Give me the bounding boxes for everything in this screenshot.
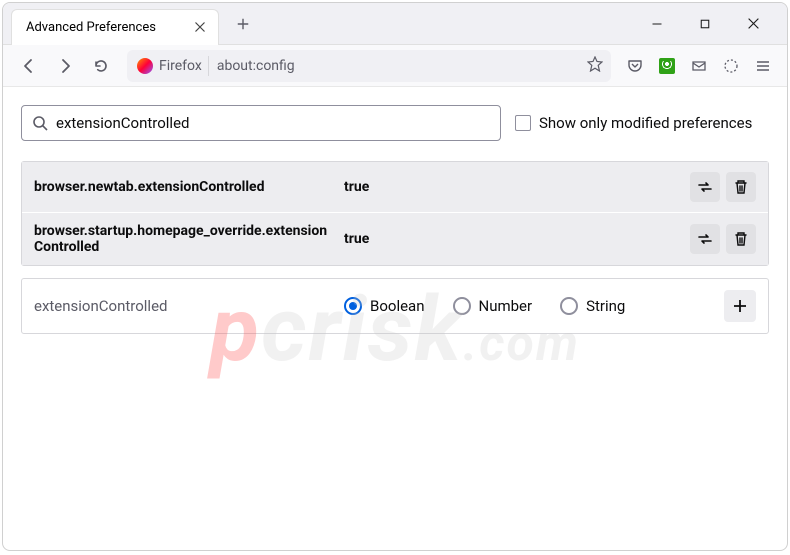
preference-name: browser.newtab.extensionControlled	[34, 179, 334, 195]
radio-label: Boolean	[370, 297, 425, 315]
only-modified-checkbox[interactable]: Show only modified preferences	[515, 114, 752, 132]
browser-tab[interactable]: Advanced Preferences	[11, 9, 219, 45]
new-tab-button[interactable]	[229, 10, 257, 38]
minimize-button[interactable]	[643, 10, 671, 38]
delete-button[interactable]	[726, 224, 756, 254]
browser-toolbar: Firefox about:config	[3, 45, 787, 87]
add-preference-section: extensionControlled Boolean Number Strin…	[21, 278, 769, 334]
type-radio-number[interactable]: Number	[453, 297, 533, 315]
url-bar[interactable]: Firefox about:config	[127, 50, 611, 82]
title-bar: Advanced Preferences	[3, 3, 787, 45]
new-preference-name: extensionControlled	[34, 297, 334, 315]
plus-icon	[732, 298, 748, 314]
search-value: extensionControlled	[56, 114, 189, 132]
checkbox-icon	[515, 115, 531, 131]
extension-icon[interactable]	[653, 52, 681, 80]
forward-button[interactable]	[49, 50, 81, 82]
toggle-icon	[697, 231, 713, 247]
only-modified-label: Show only modified preferences	[539, 114, 752, 132]
window-controls	[643, 10, 787, 38]
back-button[interactable]	[13, 50, 45, 82]
bookmark-star-icon[interactable]	[587, 56, 603, 76]
firefox-logo-icon	[137, 58, 153, 74]
pocket-icon[interactable]	[621, 52, 649, 80]
site-identity[interactable]: Firefox	[135, 56, 209, 76]
type-radio-boolean[interactable]: Boolean	[344, 297, 425, 315]
reload-button[interactable]	[85, 50, 117, 82]
add-preference-button[interactable]	[724, 290, 756, 322]
toggle-button[interactable]	[690, 224, 720, 254]
close-tab-icon[interactable]	[192, 19, 208, 35]
identity-label: Firefox	[159, 58, 202, 74]
radio-icon	[560, 297, 578, 315]
preferences-table: browser.newtab.extensionControlled true …	[21, 161, 769, 266]
preference-row[interactable]: browser.newtab.extensionControlled true	[22, 162, 768, 213]
type-radio-group: Boolean Number String	[344, 297, 714, 315]
preference-name: browser.startup.homepage_override.extens…	[34, 223, 334, 255]
radio-icon	[453, 297, 471, 315]
menu-icon[interactable]	[749, 52, 777, 80]
maximize-button[interactable]	[691, 10, 719, 38]
trash-icon	[733, 231, 749, 247]
radio-label: Number	[479, 297, 533, 315]
tab-title: Advanced Preferences	[26, 20, 156, 35]
search-icon	[32, 115, 48, 131]
preference-value: true	[344, 179, 680, 195]
about-config-content: extensionControlled Show only modified p…	[3, 87, 787, 550]
radio-label: String	[586, 297, 625, 315]
type-radio-string[interactable]: String	[560, 297, 625, 315]
email-icon[interactable]	[685, 52, 713, 80]
preference-row[interactable]: browser.startup.homepage_override.extens…	[22, 213, 768, 265]
toggle-icon	[697, 179, 713, 195]
address-text: about:config	[217, 58, 579, 74]
close-window-button[interactable]	[739, 10, 767, 38]
delete-button[interactable]	[726, 172, 756, 202]
toggle-button[interactable]	[690, 172, 720, 202]
account-icon[interactable]	[717, 52, 745, 80]
preference-value: true	[344, 231, 680, 247]
trash-icon	[733, 179, 749, 195]
radio-icon	[344, 297, 362, 315]
preference-search-input[interactable]: extensionControlled	[21, 105, 501, 141]
